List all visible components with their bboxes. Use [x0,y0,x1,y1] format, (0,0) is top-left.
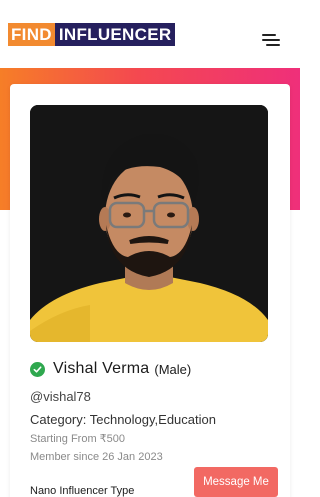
verified-check-icon [30,361,45,377]
profile-photo [30,105,268,342]
member-since: Member since 26 Jan 2023 [30,451,163,463]
influencer-handle: @vishal78 [30,389,91,404]
logo-find: FIND [8,23,55,46]
name-row: Vishal Verma (Male) [30,358,191,380]
site-header: FIND INFLUENCER [0,0,300,68]
page: FIND INFLUENCER Vishal Verma (Male) @vis… [0,0,300,497]
influencer-profile-card: Vishal Verma (Male) @vishal78 Category: … [10,84,290,497]
hamburger-menu-icon[interactable] [262,34,280,48]
influencer-type: Nano Influencer Type [30,485,135,497]
logo-influencer: INFLUENCER [54,23,176,46]
site-logo[interactable]: FIND INFLUENCER [8,23,176,46]
starting-price: Starting From ₹500 [30,433,126,445]
message-me-button[interactable]: Message Me [194,467,278,497]
influencer-category: Category: Technology,Education [30,412,216,427]
influencer-gender: (Male) [154,361,192,377]
influencer-name[interactable]: Vishal Verma [53,360,149,378]
